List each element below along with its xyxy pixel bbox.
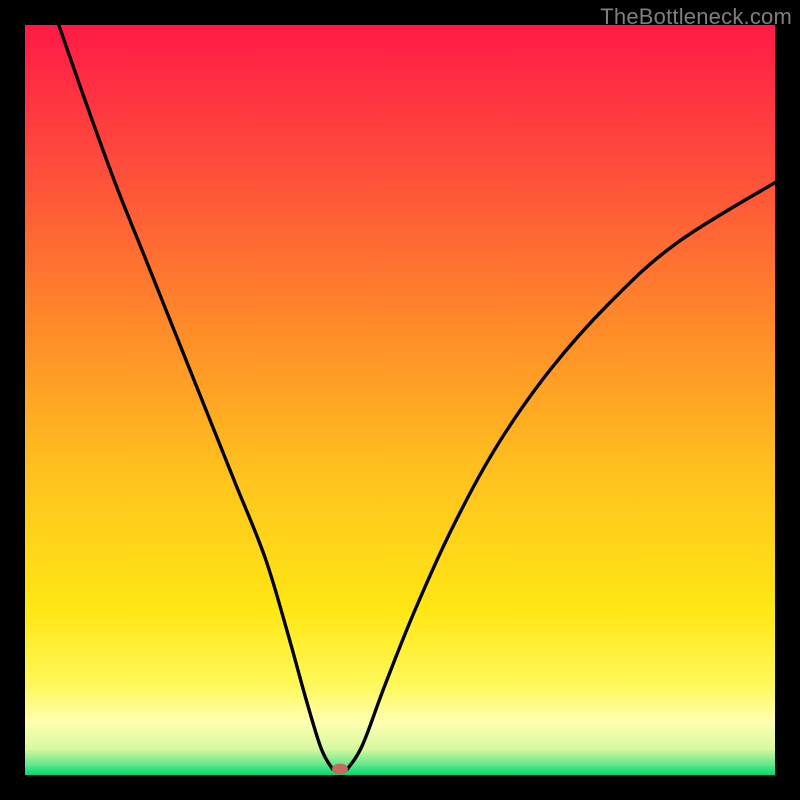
curve-right-branch: [348, 183, 776, 770]
bottleneck-curve: [25, 25, 775, 775]
watermark-text: TheBottleneck.com: [600, 4, 792, 30]
chart-frame: TheBottleneck.com: [0, 0, 800, 800]
optimal-point-marker: [332, 764, 348, 775]
curve-left-branch: [59, 25, 333, 769]
plot-area: [25, 25, 775, 775]
